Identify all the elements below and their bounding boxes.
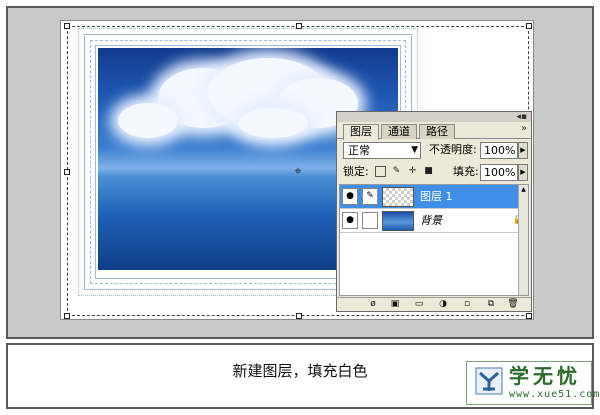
eye-icon[interactable]: ● <box>342 212 358 229</box>
panel-tabs: 图层 通道 路径 » <box>337 122 531 140</box>
opacity-input[interactable]: 100% <box>480 142 518 159</box>
layers-scrollbar[interactable]: ▲ <box>518 185 528 295</box>
lock-label: 锁定: <box>343 165 369 178</box>
fill-label: 填充: <box>453 165 479 178</box>
panel-footer: ø ▣ ▭ ◑ ▫ ⧉ 🗑 <box>337 297 531 311</box>
lock-all-icon[interactable]: ■ <box>423 166 434 177</box>
lock-paint-brush-icon[interactable]: ✎ <box>391 166 402 177</box>
panel-titlebar[interactable]: ◂▪ <box>337 112 531 122</box>
layer-row-layer1[interactable]: ● ✎ 图层 1 <box>340 185 528 209</box>
eye-icon[interactable]: ● <box>342 188 358 205</box>
layer-name: 背景 <box>420 214 442 227</box>
brush-icon[interactable]: ✎ <box>362 188 378 205</box>
opacity-arrow-icon[interactable]: ▶ <box>518 142 528 159</box>
layer-thumbnail <box>382 211 414 231</box>
lock-row: 锁定: ✎ ✛ ■ 填充: 100% ▶ <box>337 161 531 183</box>
panel-collapse-icon[interactable]: ◂▪ <box>516 112 527 122</box>
blend-row: 正常 ▼ 不透明度: 100% ▶ <box>337 139 531 161</box>
site-logo: 学无忧 www.xue51.com <box>466 361 599 405</box>
lock-move-icon[interactable]: ✛ <box>407 166 418 177</box>
layers-panel: ◂▪ 图层 通道 路径 » 正常 ▼ 不透明度: 100% ▶ 锁定: ✎ ✛ … <box>336 111 532 312</box>
fill-arrow-icon[interactable]: ▶ <box>518 164 528 181</box>
tab-paths[interactable]: 路径 <box>419 124 455 139</box>
mask-icon[interactable]: ▭ <box>413 299 425 310</box>
panel-menu-icon[interactable]: » <box>521 123 527 134</box>
layers-list: ● ✎ 图层 1 ● 背景 🔒 ▲ <box>339 184 529 296</box>
blend-mode-select[interactable]: 正常 ▼ <box>343 142 421 159</box>
fill-input[interactable]: 100% <box>480 164 518 181</box>
group-folder-icon[interactable]: ▫ <box>461 299 473 310</box>
tab-layers[interactable]: 图层 <box>343 124 379 140</box>
blend-mode-value: 正常 <box>348 144 370 157</box>
logo-url: www.xue51.com <box>509 389 600 400</box>
trash-icon[interactable]: 🗑 <box>507 299 519 310</box>
new-layer-icon[interactable]: ⧉ <box>485 299 497 310</box>
logo-mark-icon <box>475 367 503 395</box>
adjustment-layer-icon[interactable]: ◑ <box>437 299 449 310</box>
crosshair-icon: ⌖ <box>294 164 302 179</box>
logo-title: 学无忧 <box>509 364 581 388</box>
layer-thumbnail <box>382 187 414 207</box>
layer-name: 图层 1 <box>420 190 453 203</box>
lock-transparency-icon[interactable] <box>375 166 386 177</box>
link-layers-icon[interactable]: ø <box>367 299 379 310</box>
chevron-down-icon: ▼ <box>411 145 418 155</box>
scroll-up-icon[interactable]: ▲ <box>519 185 528 194</box>
layer-row-background[interactable]: ● 背景 🔒 <box>340 209 528 233</box>
layer-style-icon[interactable]: ▣ <box>389 299 401 310</box>
link-slot[interactable] <box>362 212 378 229</box>
opacity-label: 不透明度: <box>429 143 477 156</box>
tab-channels[interactable]: 通道 <box>381 124 417 139</box>
